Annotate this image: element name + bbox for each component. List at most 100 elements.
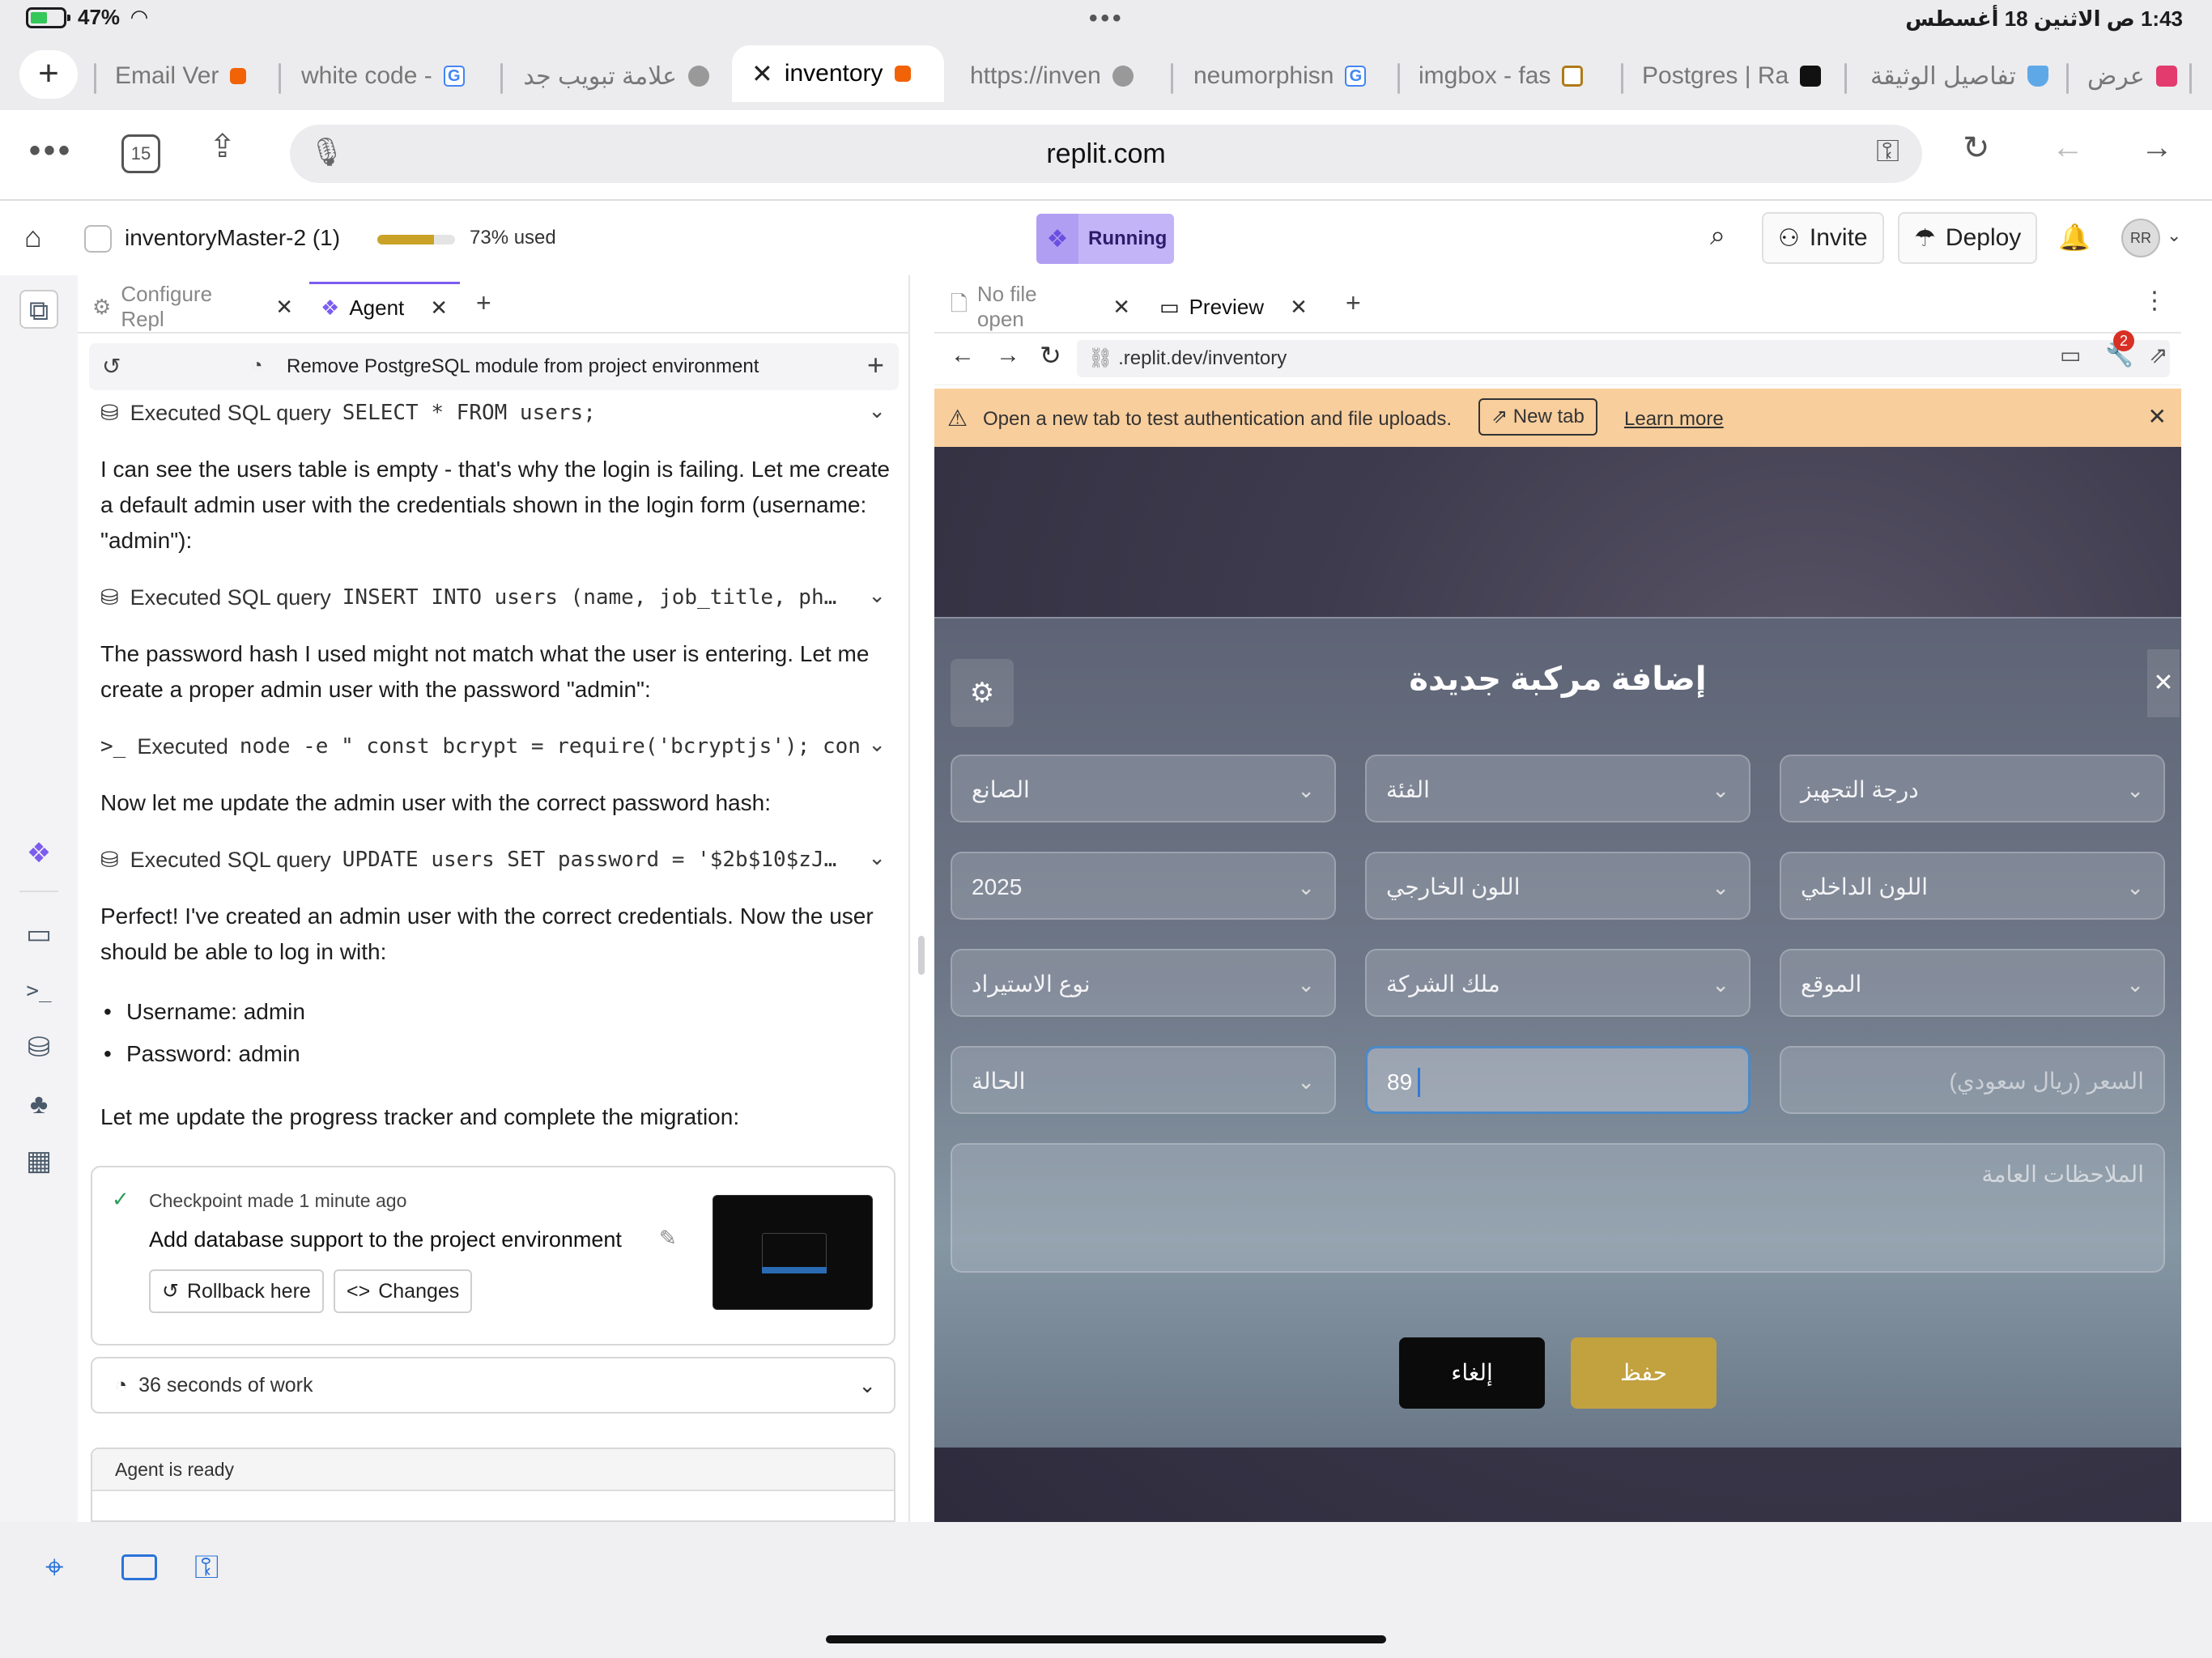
add-tab-icon[interactable]: + <box>1346 288 1361 318</box>
browser-tab[interactable]: تفاصيل الوثيقة <box>1870 53 2057 99</box>
preview-url-field[interactable]: ⛓ .replit.dev/inventory <box>1077 340 2170 377</box>
browser-tab[interactable]: neumorphisn G <box>1193 53 1388 99</box>
shell-icon[interactable]: >_ <box>19 971 58 1010</box>
all-tools-grid-icon[interactable]: ▦ <box>19 1141 58 1180</box>
forward-icon[interactable]: → <box>2141 130 2173 166</box>
tab-overview-button[interactable]: 15 <box>121 134 160 173</box>
location-select[interactable]: الموقع ⌄ <box>1780 949 2165 1017</box>
new-session-icon[interactable]: + <box>867 348 884 382</box>
browser-tab[interactable]: https://inven <box>970 53 1148 99</box>
credit-card-icon[interactable] <box>121 1554 157 1580</box>
rollback-button[interactable]: ↺ Rollback here <box>149 1269 324 1313</box>
price-input[interactable]: السعر (ريال سعودي) <box>1780 1046 2165 1114</box>
ownership-select[interactable]: ملك الشركة ⌄ <box>1365 949 1750 1017</box>
tab-configure-repl[interactable]: ⚙ Configure Repl ✕ <box>81 282 304 332</box>
forward-icon[interactable]: → <box>996 342 1020 369</box>
open-external-icon[interactable]: ⇗ <box>2149 342 2167 368</box>
changes-button[interactable]: <> Changes <box>334 1269 473 1313</box>
deploy-button[interactable]: ☂ Deploy <box>1898 212 2038 264</box>
browser-tab-active[interactable]: ✕ inventory <box>732 45 944 102</box>
executed-step[interactable]: ⛁ Executed SQL query UPDATE users SET pa… <box>100 842 894 878</box>
tab-preview[interactable]: ▭ Preview ✕ <box>1148 282 1331 332</box>
chevron-down-icon[interactable]: ⌄ <box>868 583 886 608</box>
more-options-icon[interactable]: ••• <box>29 133 73 169</box>
location-pin-icon[interactable]: ⌖ <box>45 1550 64 1586</box>
executed-step[interactable]: >_ Executed node -e " const bcrypt = req… <box>100 729 894 764</box>
save-button[interactable]: حفظ <box>1571 1337 1716 1409</box>
more-vertical-icon[interactable]: ⋮ <box>2142 287 2167 315</box>
tab-no-file[interactable]: 🗋 No file open ✕ <box>939 282 1142 332</box>
interior-color-select[interactable]: اللون الداخلي ⌄ <box>1780 852 2165 920</box>
file-tree-icon[interactable]: ⧉ <box>19 290 58 329</box>
deploy-tree-icon[interactable]: ♣ <box>19 1085 58 1124</box>
status-datetime: 1:43 ص الاثنين 18 أغسطس <box>1905 6 2183 31</box>
chevron-down-icon[interactable]: ⌄ <box>868 398 886 423</box>
project-name[interactable]: inventoryMaster-2 (1) <box>125 225 340 251</box>
chevron-down-icon: ⌄ <box>1712 778 1729 802</box>
work-summary[interactable]: ◔ 36 seconds of work ⌄ <box>91 1357 895 1414</box>
browser-tab[interactable]: Email Ver <box>115 53 277 99</box>
trim-select[interactable]: درجة التجهيز ⌄ <box>1780 755 2165 823</box>
bell-icon[interactable]: 🔔 <box>2058 222 2091 253</box>
chevron-down-icon[interactable]: ⌄ <box>2167 225 2181 246</box>
executed-step[interactable]: ⛁ Executed SQL query SELECT * FROM users… <box>100 395 894 431</box>
avatar[interactable]: RR <box>2121 219 2160 257</box>
mileage-input[interactable]: 89 <box>1365 1046 1750 1114</box>
back-icon[interactable]: ← <box>951 342 975 369</box>
browser-tab[interactable]: imgbox - fas <box>1419 53 1605 99</box>
close-icon[interactable]: ✕ <box>430 295 448 321</box>
reload-icon[interactable]: ↻ <box>1040 340 1061 371</box>
import-type-select[interactable]: نوع الاستيراد ⌄ <box>951 949 1336 1017</box>
key-icon[interactable]: ⚿ <box>1876 134 1899 169</box>
new-tab-button[interactable]: + <box>19 50 78 99</box>
changes-label: Changes <box>378 1279 460 1303</box>
browser-tab[interactable]: white code - G <box>301 53 487 99</box>
notes-textarea[interactable]: الملاحظات العامة <box>951 1143 2165 1273</box>
step-prefix: Executed <box>137 733 228 759</box>
cancel-button[interactable]: إلغاء <box>1399 1337 1545 1409</box>
close-icon[interactable]: ✕ <box>2147 649 2180 717</box>
chevron-down-icon[interactable]: ⌄ <box>868 845 886 870</box>
close-tab-icon[interactable]: ✕ <box>751 58 773 89</box>
category-select[interactable]: الفئة ⌄ <box>1365 755 1750 823</box>
status-select[interactable]: الحالة ⌄ <box>951 1046 1336 1114</box>
run-status-button[interactable]: ❖ Running <box>1036 214 1174 264</box>
close-icon[interactable]: ✕ <box>2148 403 2167 430</box>
add-tab-icon[interactable]: + <box>476 288 491 318</box>
exterior-color-select[interactable]: اللون الخارجي ⌄ <box>1365 852 1750 920</box>
invite-button[interactable]: ⚇ Invite <box>1762 212 1884 264</box>
learn-more-link[interactable]: Learn more <box>1624 408 1724 431</box>
search-icon[interactable]: ⌕ <box>1710 220 1725 252</box>
close-icon[interactable]: ✕ <box>275 295 293 320</box>
agent-input-box[interactable]: Agent is ready <box>91 1448 895 1522</box>
chevron-down-icon[interactable]: ⌄ <box>858 1373 876 1398</box>
checkpoint-thumbnail[interactable] <box>713 1195 873 1310</box>
share-icon[interactable]: ⇪ <box>209 128 236 165</box>
year-select[interactable]: 2025 ⌄ <box>951 852 1336 920</box>
manufacturer-select[interactable]: الصانع ⌄ <box>951 755 1336 823</box>
close-icon[interactable]: ✕ <box>1112 295 1130 320</box>
executed-step[interactable]: ⛁ Executed SQL query INSERT INTO users (… <box>100 580 894 615</box>
multitasking-dots-icon[interactable]: ••• <box>1089 5 1125 32</box>
devices-icon[interactable]: ▭ <box>2060 342 2081 368</box>
home-indicator[interactable] <box>826 1635 1386 1643</box>
tab-agent[interactable]: ❖ Agent ✕ <box>309 282 460 332</box>
microphone-icon[interactable]: 🎙 <box>309 136 344 168</box>
chevron-down-icon[interactable]: ⌄ <box>861 732 886 757</box>
new-tab-button[interactable]: ⇗ New tab <box>1478 398 1597 436</box>
close-icon[interactable]: ✕ <box>1290 295 1308 320</box>
back-icon[interactable]: ← <box>2052 130 2084 166</box>
browser-tab[interactable]: عرض <box>2087 53 2184 99</box>
database-icon[interactable]: ⛁ <box>19 1028 58 1067</box>
preview-monitor-icon[interactable]: ▭ <box>19 915 58 954</box>
reload-icon[interactable]: ↻ <box>1963 130 1990 167</box>
agent-icon[interactable]: ❖ <box>19 834 58 873</box>
home-icon[interactable]: ⌂ <box>24 220 42 254</box>
url-field[interactable]: 🎙 replit.com ⚿ <box>290 125 1922 183</box>
history-icon[interactable]: ↺ <box>102 353 121 380</box>
browser-tab[interactable]: علامة تبويب جد <box>523 53 709 99</box>
browser-tab[interactable]: Postgres | Ra <box>1642 53 1836 99</box>
edit-pencil-icon[interactable]: ✎ <box>659 1226 677 1251</box>
panel-resize-handle[interactable] <box>918 936 925 975</box>
key-icon[interactable]: ⚿ <box>194 1550 219 1586</box>
